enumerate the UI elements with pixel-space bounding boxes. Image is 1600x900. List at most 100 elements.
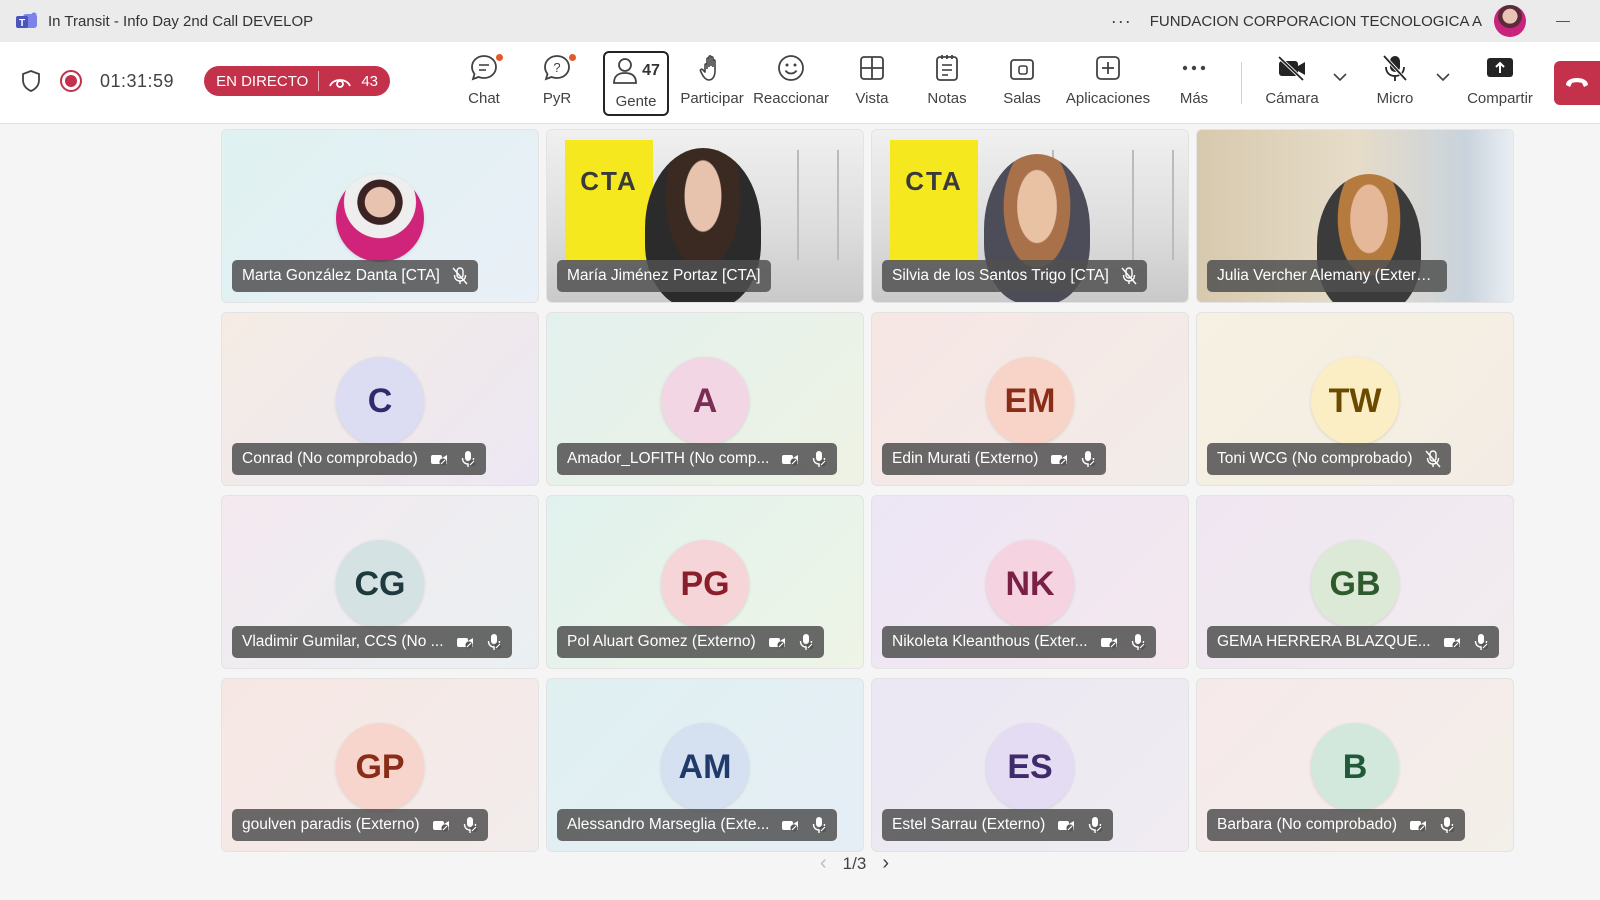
camera-off-icon bbox=[430, 455, 447, 466]
react-label: Reaccionar bbox=[753, 90, 829, 107]
participant-name: Silvia de los Santos Trigo [CTA] bbox=[892, 267, 1109, 284]
view-button[interactable]: Vista bbox=[850, 50, 894, 116]
camera-button[interactable]: Cámara bbox=[1265, 50, 1319, 116]
next-page-icon[interactable]: › bbox=[882, 852, 889, 875]
pagination: ‹ 1/3 › bbox=[820, 852, 889, 875]
apps-label: Aplicaciones bbox=[1065, 90, 1151, 107]
react-button[interactable]: Reaccionar bbox=[753, 50, 829, 116]
participant-avatar: A bbox=[661, 357, 749, 445]
participant-name: goulven paradis (Externo) bbox=[242, 816, 420, 833]
svg-text:?: ? bbox=[553, 60, 560, 75]
participant-tile[interactable]: EM Edin Murati (Externo) bbox=[871, 312, 1189, 486]
qa-label: PyR bbox=[542, 90, 572, 107]
camera-off-icon bbox=[768, 638, 785, 649]
camera-off-icon bbox=[456, 638, 473, 649]
mic-off-icon bbox=[799, 634, 814, 650]
apps-button[interactable]: Aplicaciones bbox=[1066, 50, 1150, 116]
participant-tile[interactable]: CTA María Jiménez Portaz [CTA] bbox=[546, 129, 864, 303]
participant-tile[interactable]: GB GEMA HERRERA BLAZQUE... bbox=[1196, 495, 1514, 669]
previous-page-icon[interactable]: ‹ bbox=[820, 852, 827, 875]
video-grid: Marta González Danta [CTA] CTA María Jim… bbox=[0, 124, 1600, 900]
participant-initials: AM bbox=[678, 747, 732, 786]
camera-off-icon bbox=[782, 455, 799, 466]
people-label: Gente bbox=[615, 93, 657, 110]
cta-logo: CTA bbox=[890, 140, 978, 262]
smiley-icon bbox=[778, 55, 804, 81]
organization-name: FUNDACION CORPORACION TECNOLOGICA A bbox=[1149, 12, 1482, 30]
mic-button[interactable]: Micro bbox=[1370, 50, 1420, 116]
participant-tile[interactable]: ES Estel Sarrau (Externo) bbox=[871, 678, 1189, 852]
mic-off-icon bbox=[487, 634, 501, 650]
participant-tile[interactable]: Marta González Danta [CTA] bbox=[221, 129, 539, 303]
people-icon bbox=[613, 58, 638, 84]
notes-button[interactable]: Notas bbox=[924, 50, 970, 116]
participant-avatar: TW bbox=[1311, 357, 1399, 445]
live-badge[interactable]: EN DIRECTO 43 bbox=[204, 66, 390, 96]
participant-name: Conrad (No comprobado) bbox=[242, 450, 418, 467]
rooms-label: Salas bbox=[1003, 90, 1041, 107]
participant-name: Vladimir Gumilar, CCS (No ... bbox=[242, 633, 444, 650]
participant-initials: B bbox=[1342, 747, 1368, 786]
participant-initials: EM bbox=[1004, 381, 1056, 420]
participant-avatar: CG bbox=[336, 540, 424, 628]
people-count: 47 bbox=[642, 62, 660, 79]
mic-off-icon bbox=[1382, 54, 1408, 82]
participant-tile[interactable]: GP goulven paradis (Externo) bbox=[221, 678, 539, 852]
profile-avatar[interactable] bbox=[1494, 5, 1526, 37]
participant-avatar: GP bbox=[336, 723, 424, 811]
participant-initials: A bbox=[692, 381, 718, 420]
participant-tile[interactable]: TW Toni WCG (No comprobado) bbox=[1196, 312, 1514, 486]
participant-tile[interactable]: Julia Vercher Alemany (Externo) bbox=[1196, 129, 1514, 303]
chat-button[interactable]: Chat bbox=[462, 50, 506, 116]
participant-nameplate: Estel Sarrau (Externo) bbox=[882, 809, 1114, 841]
raise-hand-button[interactable]: Participar bbox=[680, 50, 744, 116]
rooms-button[interactable]: Salas bbox=[1000, 50, 1044, 116]
people-button[interactable]: 47 Gente bbox=[603, 51, 669, 116]
minimize-icon[interactable] bbox=[1556, 20, 1570, 22]
participant-initials: C bbox=[367, 381, 393, 420]
participant-name: Toni WCG (No comprobado) bbox=[1217, 450, 1413, 467]
qa-button[interactable]: ? PyR bbox=[535, 50, 579, 116]
participant-tile[interactable]: C Conrad (No comprobado) bbox=[221, 312, 539, 486]
participant-avatar: ES bbox=[986, 723, 1074, 811]
participant-nameplate: goulven paradis (Externo) bbox=[232, 809, 488, 841]
shield-icon[interactable] bbox=[20, 69, 42, 93]
participant-nameplate: Edin Murati (Externo) bbox=[882, 443, 1107, 475]
participant-nameplate: Alessandro Marseglia (Exte... bbox=[557, 809, 838, 841]
participant-name: Estel Sarrau (Externo) bbox=[892, 816, 1046, 833]
participant-tile[interactable]: PG Pol Aluart Gomez (Externo) bbox=[546, 495, 864, 669]
eye-icon bbox=[329, 79, 352, 88]
participant-name: Marta González Danta [CTA] bbox=[242, 267, 440, 284]
chat-label: Chat bbox=[468, 90, 500, 107]
mic-off-icon bbox=[1082, 451, 1096, 467]
participant-tile[interactable]: A Amador_LOFITH (No comp... bbox=[546, 312, 864, 486]
more-options-button[interactable]: ··· bbox=[1111, 11, 1132, 32]
more-button[interactable]: Más bbox=[1172, 50, 1216, 116]
participant-name: Amador_LOFITH (No comp... bbox=[567, 450, 770, 467]
mic-options-chevron-icon[interactable] bbox=[1436, 72, 1450, 82]
participant-avatar: NK bbox=[986, 540, 1074, 628]
leave-button[interactable] bbox=[1554, 61, 1600, 105]
participant-initials: GP bbox=[355, 747, 405, 786]
participant-name: Pol Aluart Gomez (Externo) bbox=[567, 633, 756, 650]
hand-icon bbox=[699, 55, 716, 81]
share-button[interactable]: Compartir bbox=[1466, 50, 1534, 116]
cta-logo: CTA bbox=[565, 140, 653, 262]
mic-off-icon bbox=[813, 451, 827, 467]
participant-avatar: AM bbox=[661, 723, 749, 811]
mic-off-icon bbox=[1474, 634, 1489, 650]
participant-nameplate: Vladimir Gumilar, CCS (No ... bbox=[232, 626, 512, 658]
notes-icon bbox=[936, 55, 958, 81]
participant-initials: ES bbox=[1007, 747, 1053, 786]
camera-options-chevron-icon[interactable] bbox=[1333, 72, 1347, 82]
participant-tile[interactable]: AM Alessandro Marseglia (Exte... bbox=[546, 678, 864, 852]
participant-nameplate: Nikoleta Kleanthous (Exter... bbox=[882, 626, 1156, 658]
participant-tile[interactable]: B Barbara (No comprobado) bbox=[1196, 678, 1514, 852]
participant-tile[interactable]: CTA Silvia de los Santos Trigo [CTA] bbox=[871, 129, 1189, 303]
camera-off-icon bbox=[782, 821, 799, 832]
participant-initials: GB bbox=[1329, 564, 1381, 603]
participant-tile[interactable]: NK Nikoleta Kleanthous (Exter... bbox=[871, 495, 1189, 669]
participant-nameplate: Silvia de los Santos Trigo [CTA] bbox=[882, 260, 1147, 292]
participant-tile[interactable]: CG Vladimir Gumilar, CCS (No ... bbox=[221, 495, 539, 669]
mic-off-icon bbox=[1089, 817, 1103, 833]
